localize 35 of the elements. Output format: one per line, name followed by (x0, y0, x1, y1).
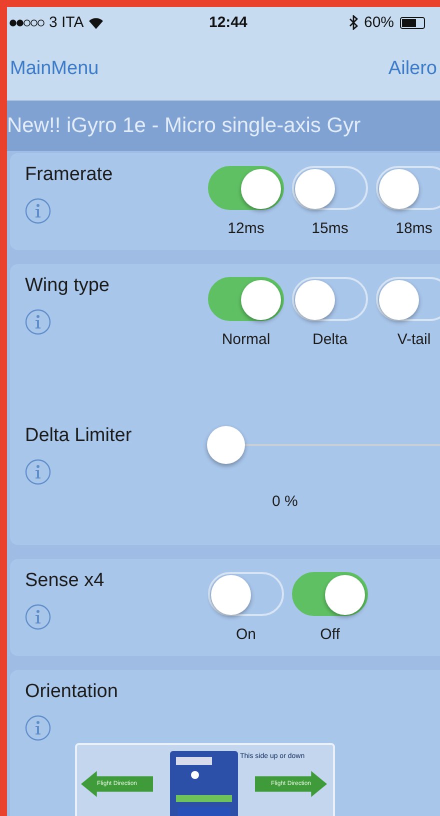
option-label: V-tail (397, 331, 431, 348)
info-icon[interactable] (25, 309, 51, 335)
toggle-switch[interactable] (292, 572, 368, 616)
toggle-switch[interactable] (208, 277, 284, 321)
slider[interactable] (207, 425, 440, 465)
option-label: On (236, 626, 256, 643)
option-label: Normal (222, 331, 270, 348)
slider-value: 0 % (272, 493, 299, 510)
toggle-switch[interactable] (208, 166, 284, 210)
carrier-name: 3 ITA (49, 14, 84, 31)
info-icon[interactable] (25, 198, 51, 224)
wifi-icon (88, 16, 104, 28)
banner-text: New!! iGyro 1e - Micro single-axis Gyr (7, 101, 440, 151)
option-label: Off (320, 626, 340, 643)
option-label: 15ms (312, 220, 348, 237)
back-link[interactable]: MainMenu (7, 58, 99, 80)
nav-title: Ailero (388, 58, 437, 80)
circuit-board-drawing (170, 751, 238, 816)
battery-percent: 60% (364, 14, 394, 31)
setting-title: Wing type (25, 275, 110, 297)
signal-dots-icon (9, 18, 45, 26)
slider-thumb[interactable] (207, 426, 245, 464)
setting-title: Sense x4 (25, 570, 106, 592)
option-label: Delta (312, 331, 348, 348)
clock-time: 12:44 (209, 14, 248, 31)
setting-title: Orientation (25, 681, 119, 703)
info-icon[interactable] (25, 604, 51, 630)
info-icon[interactable] (25, 459, 51, 485)
setting-title: Framerate (25, 164, 114, 186)
battery-icon (400, 16, 426, 28)
option-label: 18ms (396, 220, 432, 237)
info-icon[interactable] (25, 715, 51, 741)
option-label: 12ms (228, 220, 264, 237)
setting-title: Delta Limiter (25, 425, 133, 447)
bluetooth-icon (349, 15, 358, 30)
